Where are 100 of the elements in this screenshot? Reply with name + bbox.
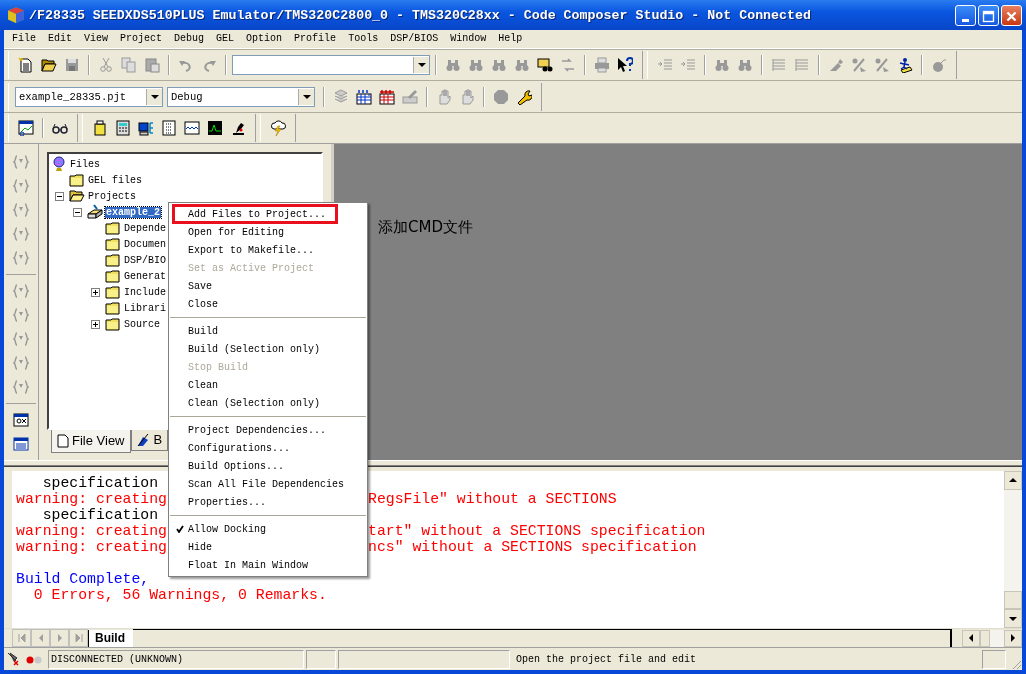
arrow-right-icon[interactable] <box>1011 634 1015 643</box>
menu-item[interactable]: Configurations... <box>169 439 367 457</box>
new-file-icon[interactable] <box>18 57 34 73</box>
menu-item[interactable]: Close <box>169 295 367 313</box>
binoculars-icon[interactable] <box>445 57 461 73</box>
menu-item[interactable]: Window <box>444 33 493 45</box>
calculator-icon[interactable] <box>115 120 131 137</box>
indent-icon[interactable] <box>657 57 673 73</box>
menu-item[interactable]: Add Files to Project... <box>175 207 335 221</box>
folder-search-icon[interactable] <box>537 57 553 73</box>
menu-item[interactable]: File <box>6 33 42 45</box>
menu-item[interactable]: Clean (Selection only) <box>169 394 367 412</box>
tree-item[interactable]: Documen <box>123 238 167 250</box>
wave-window-icon[interactable] <box>184 120 200 137</box>
scroll-thumb[interactable] <box>1004 591 1022 610</box>
arrow-down-icon[interactable] <box>1009 616 1017 621</box>
microscope-icon[interactable] <box>230 120 246 137</box>
menu-item[interactable]: Edit <box>42 33 79 45</box>
binoculars-icon[interactable] <box>468 57 484 73</box>
bomb-icon[interactable] <box>931 57 947 73</box>
tree-item[interactable]: Source <box>123 318 161 330</box>
vertical-scrollbar[interactable] <box>1004 470 1022 629</box>
braces-arrow-icon[interactable] <box>13 379 29 396</box>
list-icon[interactable] <box>771 57 787 73</box>
grid-icon[interactable] <box>379 88 395 105</box>
braces-arrow-icon[interactable] <box>13 226 29 243</box>
menu-item[interactable]: Profile <box>288 33 343 45</box>
configuration-combo[interactable]: Debug <box>167 86 315 107</box>
scope-icon[interactable] <box>207 120 223 137</box>
runner-icon[interactable] <box>897 57 913 73</box>
maximize-button[interactable] <box>978 4 999 26</box>
binoculars-icon[interactable] <box>491 57 507 73</box>
menu-item[interactable]: View <box>78 33 115 45</box>
menu-item[interactable]: GEL <box>210 33 241 45</box>
braces-arrow-icon[interactable] <box>13 283 29 300</box>
menu-item[interactable]: Build <box>169 322 367 340</box>
tab-scroll-button[interactable] <box>50 629 69 648</box>
help-pointer-icon[interactable] <box>617 57 633 73</box>
menu-item[interactable]: Hide <box>169 538 367 556</box>
chart-window-icon[interactable] <box>18 120 34 137</box>
collapse-toggle[interactable] <box>55 192 64 202</box>
wrench-icon[interactable] <box>516 88 532 105</box>
tree-item[interactable]: DSP/BIO <box>123 254 167 266</box>
braces-arrow-icon[interactable] <box>13 154 29 171</box>
menu-item[interactable]: DSP/BIOS <box>384 33 445 45</box>
eraser-icon[interactable] <box>402 88 418 105</box>
braces-arrow-icon[interactable] <box>13 307 29 324</box>
tree-item[interactable]: Files <box>69 158 101 170</box>
minimize-button[interactable] <box>955 4 976 26</box>
menu-item[interactable]: Build (Selection only) <box>169 340 367 358</box>
watch-window-icon[interactable] <box>13 412 29 429</box>
tab-scroll-button[interactable] <box>31 629 50 648</box>
tree-item[interactable]: Generat <box>123 270 167 282</box>
arrow-up-icon[interactable] <box>1009 478 1017 483</box>
tree-item[interactable]: example_2 <box>105 206 161 218</box>
horizontal-scrollbar[interactable] <box>962 629 1022 647</box>
menu-item[interactable]: Open for Editing <box>169 223 367 241</box>
paste-icon[interactable] <box>144 57 160 73</box>
binoculars-icon[interactable] <box>514 57 530 73</box>
tree-item[interactable]: Depende <box>123 222 167 234</box>
save-icon[interactable] <box>64 57 80 73</box>
tab-scroll-button[interactable] <box>12 629 31 648</box>
menu-item[interactable]: Clean <box>169 376 367 394</box>
menu-item[interactable]: Allow Docking <box>169 520 367 538</box>
collapse-toggle[interactable] <box>73 208 82 218</box>
grid-icon[interactable] <box>356 88 372 105</box>
tree-item[interactable]: GEL files <box>87 174 143 186</box>
list-icon[interactable] <box>794 57 810 73</box>
tree-item[interactable]: Projects <box>87 190 137 202</box>
menu-item[interactable]: Project <box>114 33 169 45</box>
binoculars-icon[interactable] <box>737 57 753 73</box>
tab-scroll-button[interactable] <box>69 629 88 648</box>
menu-item[interactable]: Scan All File Dependencies <box>169 475 367 493</box>
percent-icon[interactable] <box>851 57 867 73</box>
close-button[interactable] <box>1001 4 1022 26</box>
find-combo[interactable] <box>232 55 430 75</box>
braces-arrow-icon[interactable] <box>13 202 29 219</box>
menu-item[interactable]: Build Options... <box>169 457 367 475</box>
project-combo[interactable]: example_28335.pjt <box>15 86 163 107</box>
battery-icon[interactable] <box>92 120 108 137</box>
list-window-icon[interactable] <box>161 120 177 137</box>
menu-item[interactable]: Debug <box>168 33 211 45</box>
lightning-cloud-icon[interactable] <box>270 120 286 137</box>
arrow-left-icon[interactable] <box>969 634 973 643</box>
percent-icon[interactable] <box>874 57 890 73</box>
braces-arrow-icon[interactable] <box>13 178 29 195</box>
menu-item[interactable]: Help <box>492 33 529 45</box>
open-folder-icon[interactable] <box>41 57 57 73</box>
tree-item[interactable]: Include <box>123 286 167 298</box>
expand-toggle[interactable] <box>91 320 100 330</box>
menu-item[interactable]: Save <box>169 277 367 295</box>
braces-arrow-icon[interactable] <box>13 355 29 372</box>
stop-icon[interactable] <box>493 88 509 105</box>
stack-icon[interactable] <box>333 88 349 105</box>
resize-grip[interactable] <box>1010 658 1022 670</box>
menu-item[interactable]: Export to Makefile... <box>169 241 367 259</box>
computer-icon[interactable] <box>138 120 154 137</box>
binoculars-icon[interactable] <box>714 57 730 73</box>
panel-tab[interactable]: File View <box>51 429 131 453</box>
hand-icon[interactable] <box>459 88 475 105</box>
